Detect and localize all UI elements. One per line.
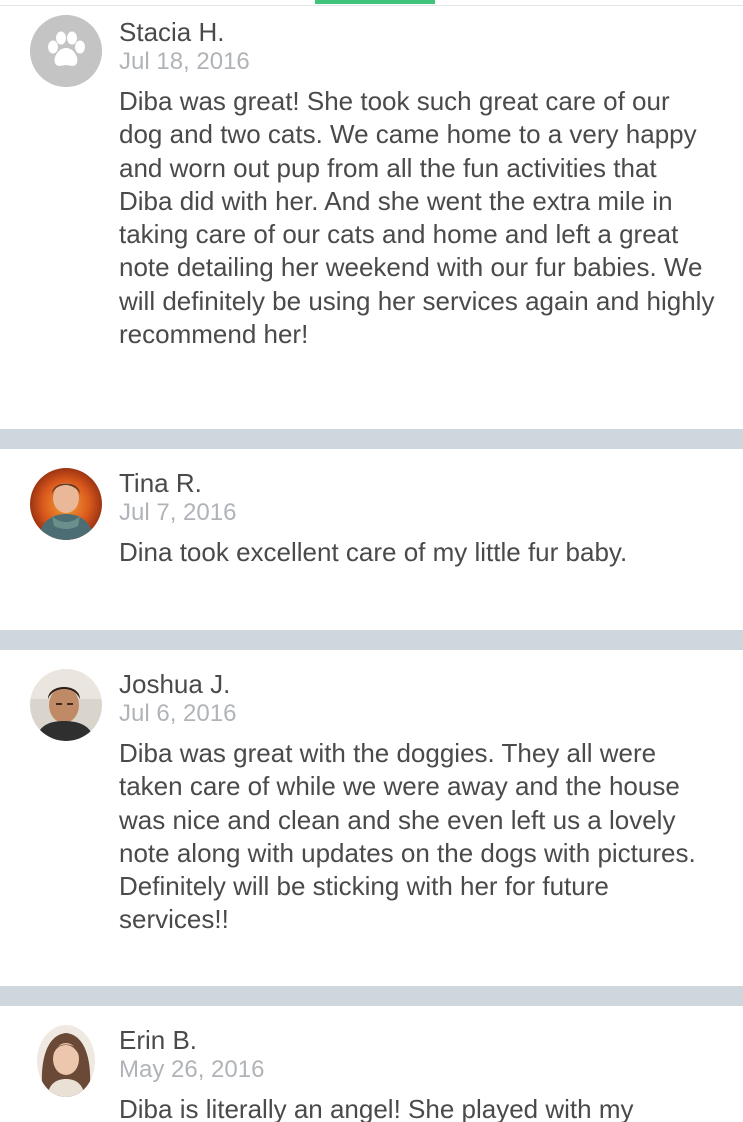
reviewer-name: Erin B. [119, 1025, 198, 1055]
user-photo-icon [30, 468, 102, 540]
review-item: Joshua J. Jul 6, 2016 Diba was great wit… [0, 650, 743, 986]
review-text: Diba was great with the doggies. They al… [119, 738, 696, 935]
reviewer-name: Tina R. [119, 468, 202, 498]
avatar[interactable] [30, 669, 102, 741]
review-date: Jul 6, 2016 [119, 700, 237, 727]
review-item: Stacia H. Jul 18, 2016 Diba was great! S… [0, 6, 743, 429]
review-text: Dina took excellent care of my little fu… [119, 537, 628, 567]
reviewer-name: Joshua J. [119, 669, 231, 699]
review-date: May 26, 2016 [119, 1056, 265, 1083]
user-photo-icon [37, 1025, 95, 1097]
paw-icon [30, 15, 102, 87]
divider [0, 986, 743, 1006]
avatar[interactable] [30, 468, 102, 540]
review-date: Jul 18, 2016 [119, 48, 250, 75]
review-text: Diba was great! She took such great care… [119, 86, 715, 350]
review-date: Jul 7, 2016 [119, 499, 237, 526]
active-tab-indicator [315, 0, 435, 4]
review-item: Tina R. Jul 7, 2016 Dina took excellent … [0, 449, 743, 630]
review-text: Diba is literally an angel! She played w… [119, 1094, 634, 1122]
avatar[interactable] [37, 1025, 95, 1097]
divider [0, 630, 743, 650]
reviewer-name: Stacia H. [119, 17, 225, 47]
avatar[interactable] [30, 15, 102, 87]
review-item: Erin B. May 26, 2016 Diba is literally a… [0, 1006, 743, 1122]
divider [0, 429, 743, 449]
user-photo-icon [30, 669, 102, 741]
